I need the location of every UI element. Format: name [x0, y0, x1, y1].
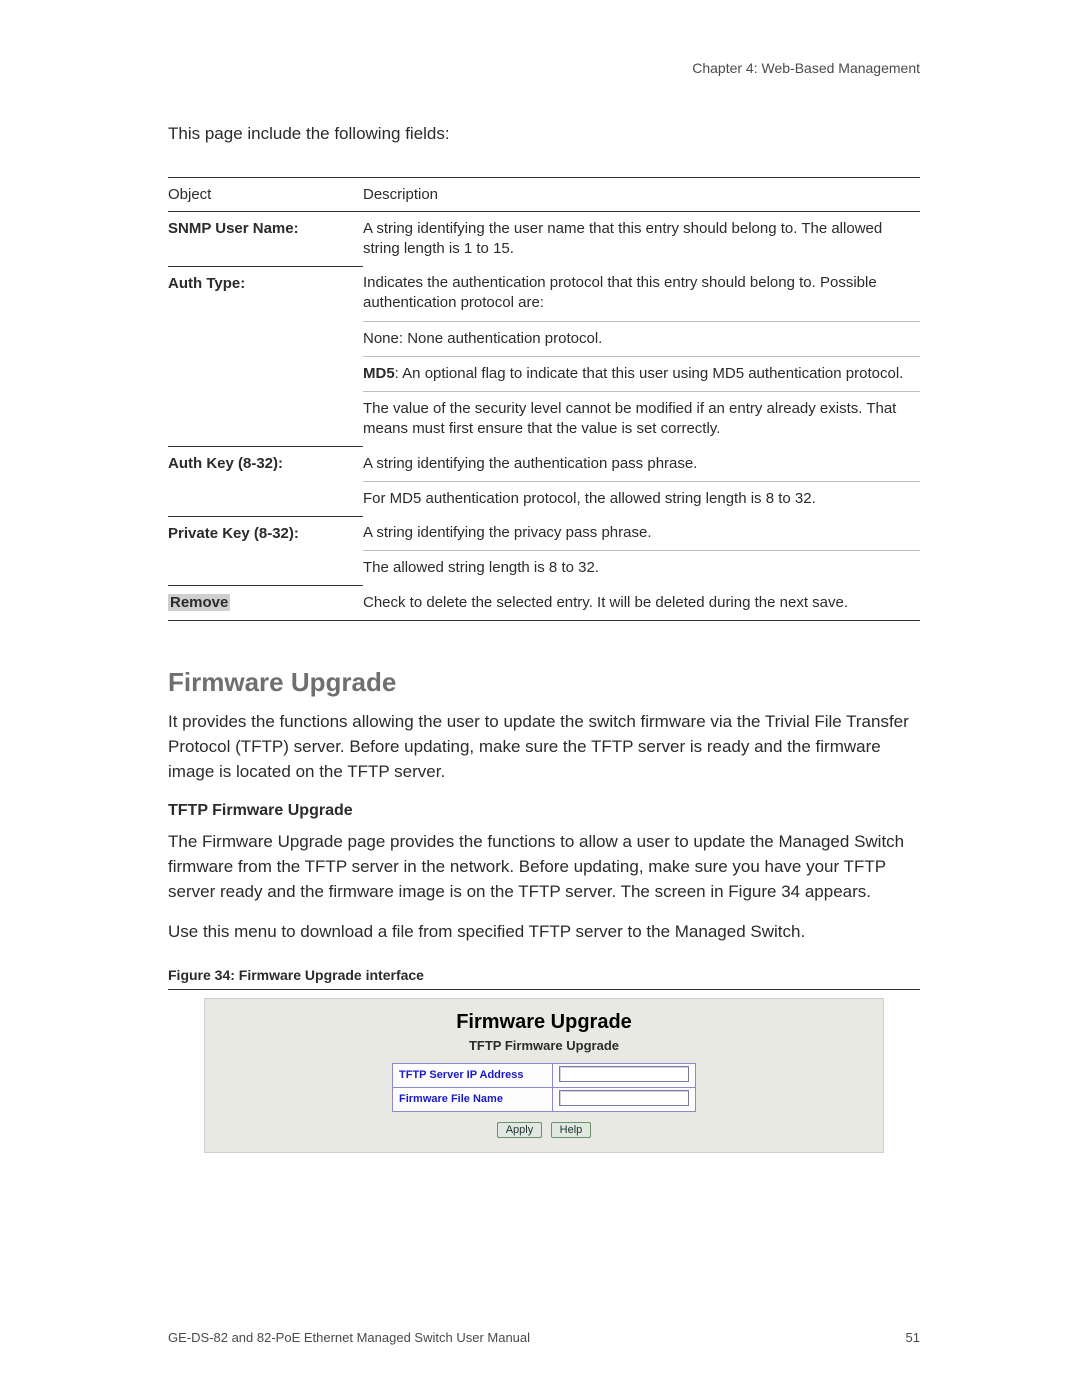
figure-button-row: Apply Help — [205, 1120, 883, 1138]
intro-text: This page include the following fields: — [168, 122, 920, 147]
table-row: Auth Type:Indicates the authentication p… — [168, 266, 920, 321]
description-cell: Check to delete the selected entry. It w… — [363, 586, 920, 621]
page: Chapter 4: Web-Based Management This pag… — [0, 0, 1080, 1397]
description-cell: The allowed string length is 8 to 32. — [363, 551, 920, 586]
figure-subtitle: TFTP Firmware Upgrade — [205, 1038, 883, 1053]
remove-highlight: Remove — [168, 594, 230, 611]
section-sub: TFTP Firmware Upgrade — [168, 802, 920, 820]
col-object: Object — [168, 177, 363, 211]
fields-table: Object Description SNMP User Name:A stri… — [168, 177, 920, 622]
section-p1: It provides the functions allowing the u… — [168, 710, 920, 784]
object-cell: Auth Type: — [168, 266, 363, 447]
figure-panel: Firmware Upgrade TFTP Firmware Upgrade T… — [204, 998, 884, 1153]
col-description: Description — [363, 177, 920, 211]
description-cell: None: None authentication protocol. — [363, 321, 920, 356]
description-cell: MD5: An optional flag to indicate that t… — [363, 356, 920, 391]
description-cell: A string identifying the user name that … — [363, 211, 920, 266]
object-cell: Remove — [168, 586, 363, 621]
description-cell: A string identifying the authentication … — [363, 447, 920, 482]
section-p3: Use this menu to download a file from sp… — [168, 920, 920, 945]
table-row: Firmware File Name — [393, 1087, 696, 1111]
table-row: Remove Check to delete the selected entry… — [168, 586, 920, 621]
footer-page-number: 51 — [906, 1330, 920, 1345]
table-row: SNMP User Name:A string identifying the … — [168, 211, 920, 266]
figure-form-table: TFTP Server IP Address Firmware File Nam… — [392, 1063, 696, 1112]
description-cell: Indicates the authentication protocol th… — [363, 266, 920, 321]
firmware-file-label: Firmware File Name — [393, 1087, 553, 1111]
apply-button[interactable]: Apply — [497, 1122, 543, 1138]
table-row: Private Key (8-32):A string identifying … — [168, 516, 920, 551]
description-cell: A string identifying the privacy pass ph… — [363, 516, 920, 551]
object-cell: Private Key (8-32): — [168, 516, 363, 586]
description-cell: For MD5 authentication protocol, the all… — [363, 481, 920, 516]
description-cell: The value of the security level cannot b… — [363, 392, 920, 447]
firmware-file-cell — [553, 1087, 696, 1111]
page-footer: GE-DS-82 and 82-PoE Ethernet Managed Swi… — [168, 1330, 920, 1345]
figure-caption: Figure 34: Firmware Upgrade interface — [168, 967, 920, 990]
table-row: TFTP Server IP Address — [393, 1063, 696, 1087]
table-row: Auth Key (8-32):A string identifying the… — [168, 447, 920, 482]
object-cell: Auth Key (8-32): — [168, 447, 363, 517]
firmware-file-input[interactable] — [559, 1090, 689, 1106]
object-cell: SNMP User Name: — [168, 211, 363, 266]
footer-left: GE-DS-82 and 82-PoE Ethernet Managed Swi… — [168, 1330, 530, 1345]
tftp-ip-label: TFTP Server IP Address — [393, 1063, 553, 1087]
tftp-ip-input[interactable] — [559, 1066, 689, 1082]
help-button[interactable]: Help — [551, 1122, 592, 1138]
chapter-header: Chapter 4: Web-Based Management — [168, 60, 920, 76]
figure-title: Firmware Upgrade — [205, 1011, 883, 1034]
figure-34: Firmware Upgrade TFTP Firmware Upgrade T… — [168, 998, 920, 1153]
tftp-ip-cell — [553, 1063, 696, 1087]
section-title: Firmware Upgrade — [168, 667, 920, 698]
section-p2: The Firmware Upgrade page provides the f… — [168, 830, 920, 904]
